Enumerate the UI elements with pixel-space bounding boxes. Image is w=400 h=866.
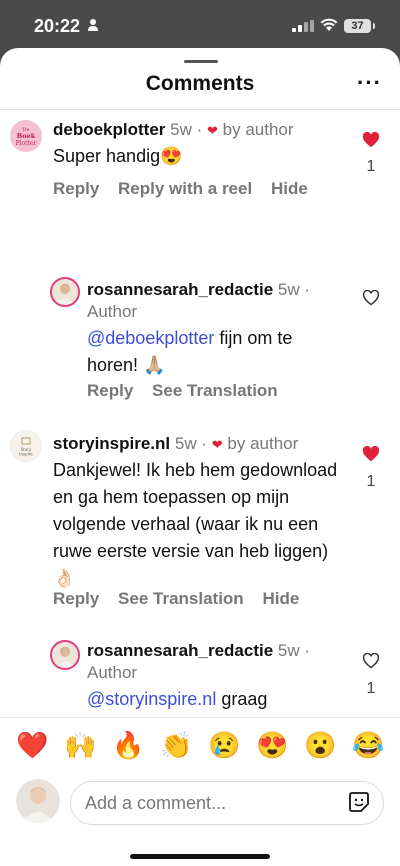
battery-indicator: 37	[344, 19, 375, 33]
comment-actions: Reply Reply with a reel Hide	[53, 179, 322, 199]
reaction-surprised[interactable]: 😮	[304, 730, 336, 761]
liked-by-author-heart-icon: ❤	[207, 123, 218, 138]
reply-with-reel-button[interactable]: Reply with a reel	[118, 179, 252, 198]
like-button[interactable]	[361, 289, 381, 311]
username[interactable]: rosannesarah_redactie	[87, 641, 273, 660]
author-label: Author	[87, 302, 138, 321]
see-translation-button[interactable]: See Translation	[118, 589, 244, 608]
see-translation-button[interactable]: See Translation	[152, 381, 278, 400]
heart-outline-icon	[362, 289, 380, 306]
comments-sheet: Comments ··· De Boek Plotter deboekplott…	[0, 48, 400, 866]
status-time: 20:22	[34, 16, 81, 36]
cellular-signal-icon	[292, 20, 314, 32]
comment-meta: rosannesarah_redactie 5w ·	[87, 641, 311, 660]
reply-button[interactable]: Reply	[53, 179, 99, 198]
comment-meta: rosannesarah_redactie 5w ·	[87, 280, 311, 299]
comment-age: 5w	[277, 280, 300, 299]
comment-text: @storyinspire.nl graag gedaan! Wat goed!…	[87, 689, 278, 717]
liked-by-author-label: by author	[227, 434, 299, 453]
hide-button[interactable]: Hide	[262, 589, 299, 608]
current-user-avatar[interactable]	[16, 779, 60, 823]
username[interactable]: rosannesarah_redactie	[87, 280, 273, 299]
heart-outline-icon	[362, 652, 380, 669]
reaction-heart-eyes[interactable]: 😍	[256, 730, 288, 761]
comment-actions: Reply See Translation	[87, 381, 292, 401]
svg-text:Plotter: Plotter	[16, 140, 37, 147]
comment-age: 5w	[277, 641, 300, 660]
avatar[interactable]	[50, 640, 80, 670]
avatar[interactable]: De Boek Plotter	[10, 120, 42, 152]
home-indicator	[130, 854, 270, 859]
reply-item: rosannesarah_redactie 5w · Author @story…	[0, 635, 400, 717]
reaction-crying[interactable]: 😢	[208, 730, 240, 761]
reaction-laughing[interactable]: 😂	[352, 730, 384, 761]
status-bar: 20:22 37	[0, 0, 400, 50]
heart-filled-icon	[362, 445, 380, 462]
svg-text:Boek: Boek	[17, 132, 36, 140]
like-button[interactable]	[361, 445, 381, 467]
liked-by-author-heart-icon: ❤	[211, 437, 223, 452]
comment-input-pill	[70, 781, 384, 825]
reaction-fire[interactable]: 🔥	[112, 730, 144, 761]
reply-button[interactable]: Reply	[87, 381, 133, 400]
username[interactable]: storyinspire.nl	[53, 434, 170, 453]
like-button[interactable]	[361, 131, 381, 153]
comment-meta: storyinspire.nl 5w · ❤ by author	[53, 434, 299, 453]
person-icon	[88, 19, 98, 31]
comment-meta: deboekplotter 5w · ❤ by author	[53, 120, 294, 139]
comments-list[interactable]: De Boek Plotter deboekplotter 5w · ❤ by …	[0, 110, 400, 717]
comment-text: @deboekplotter fijn om te horen! 🙏🏼	[87, 328, 293, 375]
comment-age: 5w	[170, 120, 192, 139]
comment-composer	[0, 773, 400, 838]
drag-handle[interactable]	[184, 60, 218, 63]
comment-text: Dankjewel! Ik heb hem gedownload en ga h…	[53, 460, 338, 588]
comment-age: 5w	[174, 434, 197, 453]
reaction-heart[interactable]: ❤️	[16, 730, 48, 761]
comment-text: Super handig😍	[53, 146, 183, 166]
heart-filled-icon	[362, 131, 380, 148]
reaction-clapping[interactable]: 👏	[160, 730, 192, 761]
like-count: 1	[366, 680, 376, 697]
comment-item: De Boek Plotter deboekplotter 5w · ❤ by …	[0, 110, 400, 270]
wifi-icon	[320, 18, 338, 36]
comment-input[interactable]	[83, 790, 327, 816]
reply-item: rosannesarah_redactie 5w · Author @deboe…	[0, 270, 400, 420]
more-options-button[interactable]: ···	[357, 70, 382, 96]
comment-item: Story Inspire storyinspire.nl 5w · ❤ by a…	[0, 420, 400, 635]
hide-button[interactable]: Hide	[271, 179, 308, 198]
like-button[interactable]	[361, 652, 381, 674]
reply-button[interactable]: Reply	[53, 589, 99, 608]
svg-text:Inspire: Inspire	[19, 452, 33, 457]
avatar[interactable]: Story Inspire	[10, 430, 42, 462]
quick-reactions-bar: ❤️ 🙌 🔥 👏 😢 😍 😮 😂	[0, 717, 400, 774]
comment-actions: Reply See Translation Hide	[53, 589, 313, 609]
like-count: 1	[366, 158, 376, 175]
sheet-title: Comments	[145, 72, 255, 95]
sticker-icon[interactable]	[349, 792, 369, 812]
author-label: Author	[87, 663, 138, 682]
mention-link[interactable]: @storyinspire.nl	[87, 689, 216, 709]
liked-by-author-label: by author	[222, 120, 294, 139]
avatar[interactable]	[50, 277, 80, 307]
username[interactable]: deboekplotter	[53, 120, 165, 139]
mention-link[interactable]: @deboekplotter	[87, 328, 214, 348]
like-count: 1	[366, 473, 376, 490]
reaction-raised-hands[interactable]: 🙌	[64, 730, 96, 761]
